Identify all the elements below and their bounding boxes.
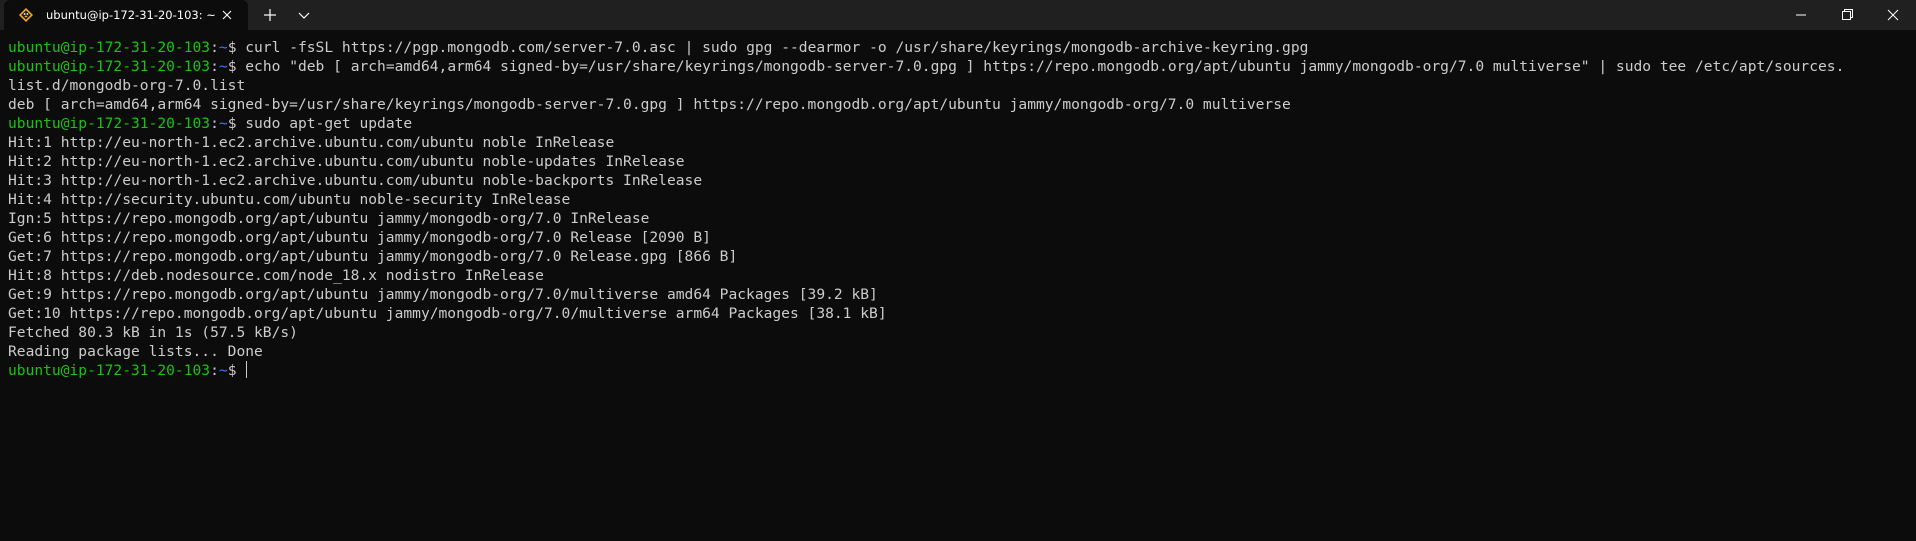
tab-close-icon[interactable] xyxy=(218,6,236,24)
prompt-user: ubuntu@ip-172-31-20-103 xyxy=(8,39,211,56)
title-bar[interactable]: ubuntu@ip-172-31-20-103: ~ xyxy=(0,0,1916,30)
tab-title: ubuntu@ip-172-31-20-103: ~ xyxy=(46,8,216,22)
output-text: Get:9 https://repo.mongodb.org/apt/ubunt… xyxy=(8,286,878,303)
output-line: Get:9 https://repo.mongodb.org/apt/ubunt… xyxy=(8,285,1916,304)
command-text: echo "deb [ arch=amd64,arm64 signed-by=/… xyxy=(245,58,1845,75)
command-text: sudo apt-get update xyxy=(245,115,413,132)
prompt-line: ubuntu@ip-172-31-20-103:~$ xyxy=(8,361,1916,380)
output-text: Hit:2 http://eu-north-1.ec2.archive.ubun… xyxy=(8,153,685,170)
output-line: deb [ arch=amd64,arm64 signed-by=/usr/sh… xyxy=(8,95,1916,114)
prompt-path: ~ xyxy=(218,115,228,132)
prompt-separator: : xyxy=(210,39,219,56)
prompt-user: ubuntu@ip-172-31-20-103 xyxy=(8,58,211,75)
prompt-user: ubuntu@ip-172-31-20-103 xyxy=(8,115,211,132)
restore-icon[interactable] xyxy=(1824,0,1870,30)
output-line: Hit:4 http://security.ubuntu.com/ubuntu … xyxy=(8,190,1916,209)
plus-icon[interactable] xyxy=(258,5,282,25)
terminal-output[interactable]: ubuntu@ip-172-31-20-103:~$ curl -fsSL ht… xyxy=(0,30,1916,541)
linux-penguin-icon xyxy=(18,7,34,23)
output-line: Ign:5 https://repo.mongodb.org/apt/ubunt… xyxy=(8,209,1916,228)
text-cursor xyxy=(246,361,248,378)
prompt-separator: : xyxy=(210,115,219,132)
prompt-symbol: $ xyxy=(227,115,246,132)
output-text: Fetched 80.3 kB in 1s (57.5 kB/s) xyxy=(8,324,298,341)
chevron-down-icon[interactable] xyxy=(292,5,316,25)
minimize-icon[interactable] xyxy=(1778,0,1824,30)
output-line: Hit:3 http://eu-north-1.ec2.archive.ubun… xyxy=(8,171,1916,190)
output-text: Get:10 https://repo.mongodb.org/apt/ubun… xyxy=(8,305,887,322)
prompt-path: ~ xyxy=(218,58,228,75)
command-text: curl -fsSL https://pgp.mongodb.com/serve… xyxy=(245,39,1309,56)
output-text: Ign:5 https://repo.mongodb.org/apt/ubunt… xyxy=(8,210,650,227)
terminal-window: ubuntu@ip-172-31-20-103: ~ ubuntu@ip-172… xyxy=(0,0,1916,541)
output-line: Hit:8 https://deb.nodesource.com/node_18… xyxy=(8,266,1916,285)
output-line: Hit:1 http://eu-north-1.ec2.archive.ubun… xyxy=(8,133,1916,152)
output-text: Hit:4 http://security.ubuntu.com/ubuntu … xyxy=(8,191,571,208)
output-line: Hit:2 http://eu-north-1.ec2.archive.ubun… xyxy=(8,152,1916,171)
output-text: Reading package lists... Done xyxy=(8,343,263,360)
output-text: Hit:8 https://deb.nodesource.com/node_18… xyxy=(8,267,544,284)
prompt-separator: : xyxy=(210,362,219,379)
output-line: Reading package lists... Done xyxy=(8,342,1916,361)
prompt-symbol: $ xyxy=(227,362,246,379)
scrollbar[interactable] xyxy=(1902,30,1916,541)
output-text: list.d/mongodb-org-7.0.list xyxy=(8,77,246,94)
prompt-user: ubuntu@ip-172-31-20-103 xyxy=(8,362,211,379)
output-line: Get:7 https://repo.mongodb.org/apt/ubunt… xyxy=(8,247,1916,266)
output-line: Get:6 https://repo.mongodb.org/apt/ubunt… xyxy=(8,228,1916,247)
prompt-line: ubuntu@ip-172-31-20-103:~$ sudo apt-get … xyxy=(8,114,1916,133)
output-text: deb [ arch=amd64,arm64 signed-by=/usr/sh… xyxy=(8,96,1291,113)
prompt-line: ubuntu@ip-172-31-20-103:~$ curl -fsSL ht… xyxy=(8,38,1916,57)
output-text: Hit:3 http://eu-north-1.ec2.archive.ubun… xyxy=(8,172,703,189)
close-icon[interactable] xyxy=(1870,0,1916,30)
terminal-tab[interactable]: ubuntu@ip-172-31-20-103: ~ xyxy=(4,0,248,30)
output-text: Get:7 https://repo.mongodb.org/apt/ubunt… xyxy=(8,248,738,265)
prompt-separator: : xyxy=(210,58,219,75)
prompt-symbol: $ xyxy=(227,58,246,75)
prompt-path: ~ xyxy=(218,362,228,379)
output-text: Get:6 https://repo.mongodb.org/apt/ubunt… xyxy=(8,229,711,246)
output-line: Get:10 https://repo.mongodb.org/apt/ubun… xyxy=(8,304,1916,323)
output-line: Fetched 80.3 kB in 1s (57.5 kB/s) xyxy=(8,323,1916,342)
prompt-line: ubuntu@ip-172-31-20-103:~$ echo "deb [ a… xyxy=(8,57,1916,76)
output-text: Hit:1 http://eu-north-1.ec2.archive.ubun… xyxy=(8,134,615,151)
output-line: list.d/mongodb-org-7.0.list xyxy=(8,76,1916,95)
prompt-symbol: $ xyxy=(227,39,246,56)
prompt-path: ~ xyxy=(218,39,228,56)
